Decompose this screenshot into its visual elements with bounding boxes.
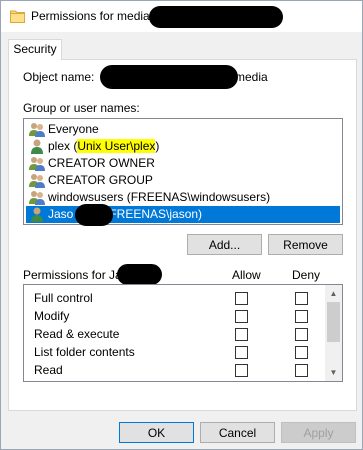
- user-icon: [31, 207, 43, 222]
- allow-checkbox[interactable]: [235, 292, 248, 305]
- group-icon: [29, 157, 45, 171]
- group-icon: [29, 174, 45, 188]
- group-user-list[interactable]: Everyone plex (Unix User\plex) CREATOR O…: [23, 118, 343, 226]
- permission-name: Full control: [34, 291, 93, 305]
- list-item-label: CREATOR GROUP: [48, 173, 153, 187]
- redaction-mark: [149, 6, 283, 28]
- permission-row: Read: [24, 361, 325, 379]
- user-icon: [31, 139, 43, 154]
- permission-row-partial: [24, 379, 325, 381]
- deny-checkbox[interactable]: [295, 292, 308, 305]
- title-bar[interactable]: Permissions for media (: [1, 1, 362, 32]
- cancel-button[interactable]: Cancel: [200, 422, 275, 443]
- window-title: Permissions for media (: [31, 9, 158, 23]
- ok-button[interactable]: OK: [119, 422, 194, 443]
- redaction-mark: [100, 65, 238, 89]
- plex-suffix: ): [155, 139, 160, 153]
- redaction-mark: [117, 264, 162, 285]
- list-item-label: Everyone: [48, 122, 99, 136]
- group-names-label: Group or user names:: [23, 101, 140, 115]
- redaction-mark: [75, 204, 113, 226]
- permissions-dialog: Permissions for media ( Security Object …: [0, 0, 363, 450]
- deny-checkbox[interactable]: [295, 364, 308, 377]
- permission-row: Full control: [24, 289, 325, 307]
- permission-name: Modify: [34, 309, 70, 323]
- allow-header: Allow: [232, 268, 261, 282]
- list-item-label: Jaso (FREENAS\jason): [48, 206, 202, 223]
- list-item-label: CREATOR OWNER: [48, 156, 155, 170]
- permission-row: Read & execute: [24, 325, 325, 343]
- unix-user-highlight: Unix User\plex: [77, 139, 156, 153]
- folder-icon: [10, 10, 25, 23]
- object-name-label: Object name:: [23, 70, 95, 84]
- jason-suffix: (FREENAS\jason): [105, 207, 203, 221]
- apply-button[interactable]: Apply: [281, 422, 356, 443]
- deny-header: Deny: [292, 268, 321, 282]
- allow-checkbox[interactable]: [235, 346, 248, 359]
- permission-name: Read: [34, 363, 63, 377]
- permissions-list[interactable]: Full control Modify Read & execute List …: [23, 284, 343, 382]
- allow-checkbox[interactable]: [235, 328, 248, 341]
- jason-prefix: Jaso: [48, 207, 74, 221]
- deny-checkbox[interactable]: [295, 310, 308, 323]
- permission-row: Modify: [24, 307, 325, 325]
- group-icon: [29, 191, 45, 205]
- tab-security[interactable]: Security: [8, 39, 62, 60]
- deny-checkbox[interactable]: [295, 346, 308, 359]
- scroll-thumb[interactable]: [327, 302, 340, 342]
- allow-checkbox[interactable]: [235, 310, 248, 323]
- permission-name: Read & execute: [34, 327, 120, 341]
- allow-checkbox[interactable]: [235, 364, 248, 377]
- add-button[interactable]: Add...: [187, 234, 262, 255]
- scroll-down-icon[interactable]: ▼: [325, 364, 342, 381]
- object-name-value: media: [235, 70, 268, 84]
- scroll-up-icon[interactable]: ▲: [325, 285, 342, 302]
- permission-row: List folder contents: [24, 343, 325, 361]
- permission-name: List folder contents: [34, 345, 135, 359]
- list-item-selected[interactable]: Jaso (FREENAS\jason): [26, 204, 340, 226]
- list-item-label: windowsusers (FREENAS\windowsusers): [48, 190, 271, 204]
- plex-prefix: plex (: [48, 139, 78, 153]
- group-icon: [29, 123, 45, 137]
- list-item-label: plex (Unix User\plex): [48, 138, 159, 155]
- deny-checkbox[interactable]: [295, 328, 308, 341]
- permissions-scrollbar[interactable]: ▲ ▼: [325, 285, 342, 381]
- remove-button[interactable]: Remove: [268, 234, 343, 255]
